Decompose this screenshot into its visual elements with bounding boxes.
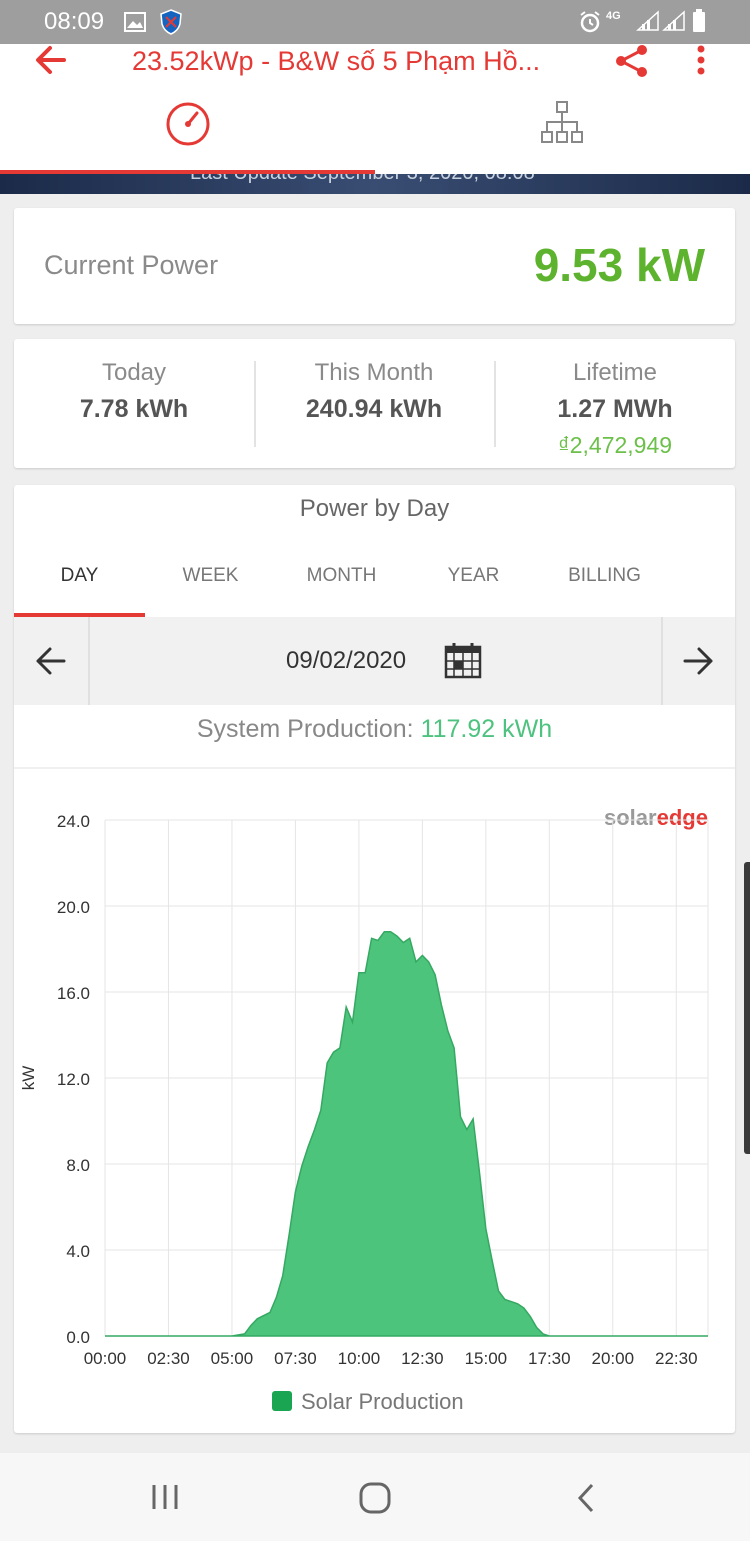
solaredge-logo: solaredge xyxy=(604,805,708,830)
stat-month-value: 240.94 kWh xyxy=(305,395,443,423)
signal-icon-2 xyxy=(662,10,686,37)
previous-date-button[interactable] xyxy=(14,617,90,705)
x-tick-label: 02:30 xyxy=(147,1349,190,1368)
y-tick-label: 0.0 xyxy=(66,1328,90,1347)
y-tick-label: 24.0 xyxy=(57,812,90,831)
y-tick-label: 20.0 xyxy=(57,898,90,917)
current-power-value: 9.53 kW xyxy=(533,239,705,291)
stat-month-label: This Month xyxy=(314,359,434,386)
selected-date[interactable]: 09/02/2020 xyxy=(286,647,406,675)
x-tick-label: 20:00 xyxy=(592,1349,635,1368)
tab-week[interactable]: WEEK xyxy=(145,565,276,587)
tab-billing[interactable]: BILLING xyxy=(539,565,670,587)
power-by-day-title: Power by Day xyxy=(299,495,450,522)
current-power-card: Current Power 9.53 kW xyxy=(14,208,735,324)
image-notification-icon xyxy=(124,12,146,37)
site-title: 23.52kWp - B&W số 5 Phạm Hồ... xyxy=(132,46,541,76)
system-production-label: System Production: xyxy=(196,715,414,743)
x-tick-label: 12:30 xyxy=(401,1349,444,1368)
stat-today-label: Today xyxy=(101,359,167,386)
share-icon[interactable] xyxy=(612,44,652,83)
shield-notification-icon xyxy=(160,9,182,40)
next-date-button[interactable] xyxy=(661,617,735,705)
home-icon[interactable] xyxy=(358,1481,392,1520)
y-tick-label: 16.0 xyxy=(57,984,90,1003)
arrow-right-icon xyxy=(683,647,713,675)
back-arrow-icon[interactable] xyxy=(34,44,68,81)
system-nav-bar xyxy=(0,1453,750,1541)
recent-apps-icon[interactable] xyxy=(150,1483,182,1516)
alarm-icon xyxy=(578,10,602,39)
last-update-banner: Last Update September 3, 2020, 08:08 xyxy=(0,174,750,194)
tab-layout-hierarchy-icon[interactable] xyxy=(538,100,586,153)
y-tick-label: 12.0 xyxy=(57,1070,90,1089)
status-bar: 08:09 4G xyxy=(0,0,750,44)
x-tick-label: 17:30 xyxy=(528,1349,571,1368)
signal-icon xyxy=(636,10,660,37)
network-type: 4G xyxy=(606,10,621,22)
energy-stats-card: Today 7.78 kWh This Month 240.94 kWh Lif… xyxy=(14,339,735,468)
stat-this-month: This Month 240.94 kWh xyxy=(254,339,494,424)
date-navigator: 09/02/2020 xyxy=(14,617,735,705)
last-update-text: Last Update September 3, 2020, 08:08 xyxy=(190,174,535,185)
tab-dashboard-gauge-icon[interactable] xyxy=(164,100,212,153)
logo-edge: edge xyxy=(657,805,708,830)
stat-lifetime-value: 1.27 MWh xyxy=(557,395,673,423)
legend-label: Solar Production xyxy=(301,1389,464,1414)
arrow-left-icon xyxy=(36,647,66,675)
battery-icon xyxy=(692,9,706,38)
stat-lifetime-savings: ₫2,472,949 xyxy=(557,432,673,458)
system-production-value: 117.92 kWh xyxy=(420,715,553,743)
app-bar: 23.52kWp - B&W số 5 Phạm Hồ... xyxy=(0,44,750,174)
x-tick-label: 15:00 xyxy=(465,1349,508,1368)
status-time: 08:09 xyxy=(44,8,105,35)
more-options-icon[interactable] xyxy=(695,44,707,83)
tab-month[interactable]: MONTH xyxy=(276,565,407,587)
system-production: System Production: 117.92 kWh xyxy=(14,715,735,744)
edge-handle[interactable] xyxy=(744,862,750,1154)
x-tick-label: 22:30 xyxy=(655,1349,698,1368)
x-tick-label: 10:00 xyxy=(338,1349,381,1368)
power-chart: solaredge 0.0 4.0 8.0 12.0 16.0 20.0 24.0 00:00 0… xyxy=(19,805,709,1414)
x-tick-label: 05:00 xyxy=(211,1349,254,1368)
calendar-icon[interactable] xyxy=(444,641,482,684)
x-tick-label: 07:30 xyxy=(274,1349,317,1368)
current-power-label: Current Power xyxy=(44,250,219,280)
power-by-day-card: Power by Day DAY WEEK MONTH YEAR BILLING… xyxy=(14,485,735,1433)
stat-today-value: 7.78 kWh xyxy=(79,395,189,423)
y-tick-label: 4.0 xyxy=(66,1242,90,1261)
y-axis-label: kW xyxy=(19,1066,38,1091)
tab-year[interactable]: YEAR xyxy=(408,565,539,587)
tab-day[interactable]: DAY xyxy=(14,565,145,587)
stat-lifetime-label: Lifetime xyxy=(572,359,658,386)
y-tick-label: 8.0 xyxy=(66,1156,90,1175)
separator xyxy=(14,767,735,769)
stat-today: Today 7.78 kWh xyxy=(14,339,254,424)
back-nav-icon[interactable] xyxy=(572,1481,600,1520)
legend-swatch xyxy=(272,1391,292,1411)
stat-lifetime: Lifetime 1.27 MWh ₫2,472,949 xyxy=(495,339,735,459)
x-tick-label: 00:00 xyxy=(84,1349,127,1368)
logo-solar: solar xyxy=(604,805,657,830)
